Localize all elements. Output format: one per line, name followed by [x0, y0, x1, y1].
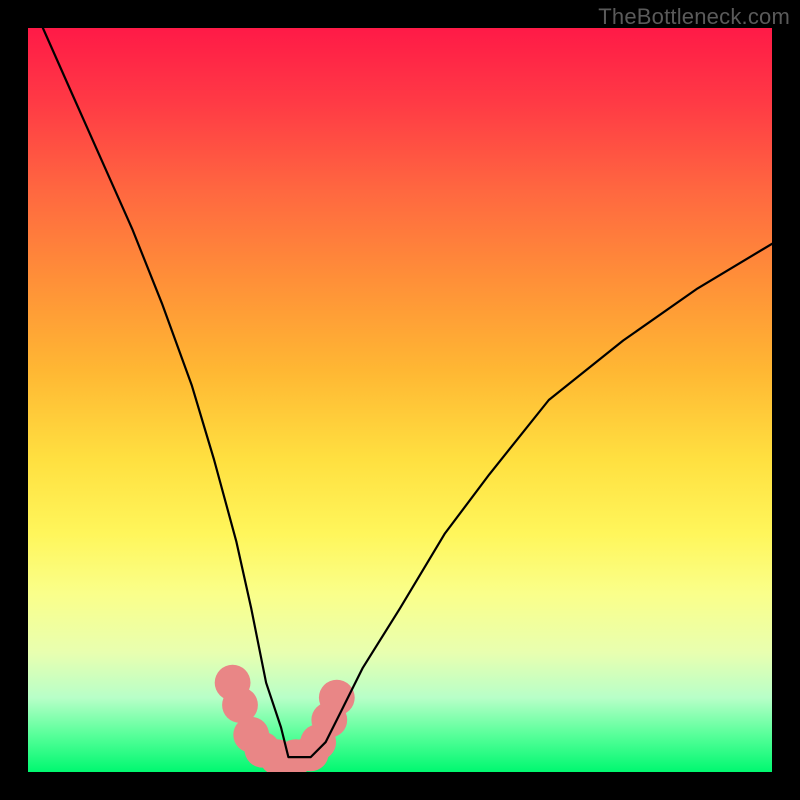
chart-svg	[28, 28, 772, 772]
highlight-dot	[319, 680, 355, 716]
watermark: TheBottleneck.com	[598, 4, 790, 30]
highlight-dots	[215, 665, 355, 772]
bottleneck-curve	[43, 28, 772, 757]
